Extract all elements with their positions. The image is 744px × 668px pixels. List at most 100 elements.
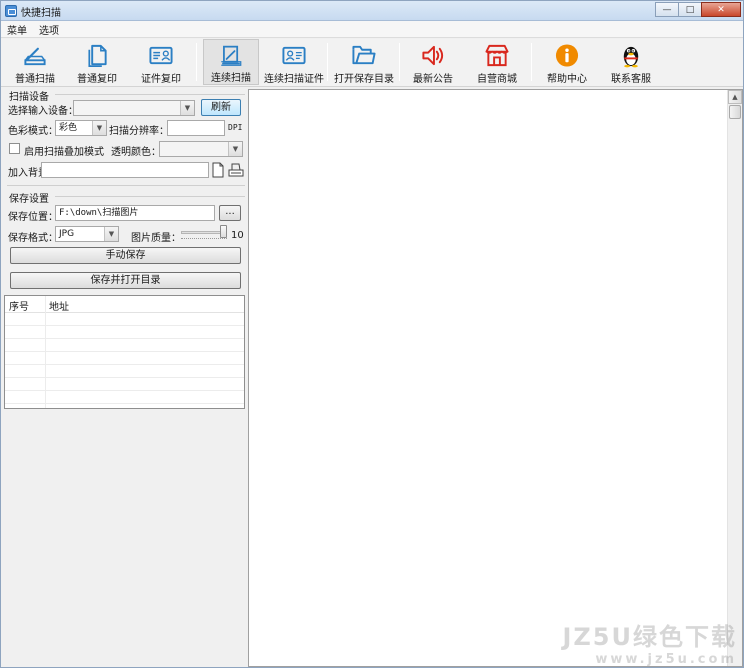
table-header: 序号 地址 [5,296,244,313]
table-row[interactable] [5,353,244,365]
save-format-value: JPG [59,229,75,239]
info-icon [555,44,579,67]
toolbar-normal-scan-button[interactable]: 普通扫描 [9,39,61,85]
continuous-scan-icon [221,45,242,66]
manual-save-button[interactable]: 手动保存 [10,247,241,264]
toolbar-continuous-id-scan-button[interactable]: 连续扫描证件 [263,39,325,85]
toolbar-announcement-button[interactable]: 最新公告 [407,39,459,85]
toolbar-shop-button[interactable]: 自营商城 [471,39,523,85]
chevron-down-icon[interactable]: ▼ [92,121,106,135]
title-bar: 快捷扫描 — □ ✕ [1,1,743,21]
save-format-select[interactable]: JPG ▼ [55,226,119,242]
scan-group-title: 扫描设备 [9,92,49,103]
toolbar-label: 普通扫描 [15,74,55,85]
table-row[interactable] [5,314,244,326]
file-table: 序号 地址 [4,295,245,409]
chevron-down-icon[interactable]: ▼ [228,142,242,156]
quality-value: 10 [231,230,244,241]
dpi-label: 扫描分辨率： [109,126,169,137]
toolbar-label: 连续扫描 [211,73,251,84]
watermark-line2: www.jz5u.com [595,652,737,667]
browse-button[interactable]: ... [219,205,241,221]
toolbar-label: 自营商城 [477,74,517,85]
app-icon [5,5,17,17]
maximize-button[interactable]: □ [678,2,702,17]
column-header-index[interactable]: 序号 [9,298,29,313]
color-mode-select[interactable]: 彩色 ▼ [55,120,107,136]
table-row[interactable] [5,340,244,352]
toolbar-normal-copy-button[interactable]: 普通复印 [71,39,123,85]
toolbar-label: 帮助中心 [547,74,587,85]
window-title: 快捷扫描 [21,8,61,19]
toolbar-label: 最新公告 [413,74,453,85]
chevron-down-icon[interactable]: ▼ [180,101,194,115]
window-controls: — □ ✕ [655,2,741,18]
scanner-icon [24,47,46,66]
color-mode-label: 色彩模式： [8,126,58,137]
table-row[interactable] [5,379,244,391]
toolbar-label: 证件复印 [141,74,181,85]
scanner-small-icon[interactable] [228,162,244,178]
minimize-button[interactable]: — [655,2,679,17]
device-select[interactable]: ▼ [73,100,195,116]
table-row[interactable] [5,392,244,404]
table-row[interactable] [5,366,244,378]
toolbar-continuous-scan-button[interactable]: 连续扫描 [203,39,259,85]
group-divider [7,185,245,186]
dpi-unit: DPI [228,123,243,132]
table-row[interactable] [5,327,244,339]
transparent-color-select[interactable]: ▼ [159,141,243,157]
save-format-label: 保存格式： [8,233,58,244]
background-input[interactable] [41,162,209,178]
dpi-input[interactable] [167,120,225,136]
menu-main[interactable]: 菜单 [7,22,27,37]
toolbar: 普通扫描 普通复印 证件复印 连续扫描 连续扫描证件 打开保存目录 最新公告 自… [1,39,743,87]
scroll-thumb[interactable] [729,105,741,119]
save-location-input[interactable]: F:\down\扫描图片 [55,205,215,221]
overlay-mode-checkbox[interactable] [9,143,20,154]
toolbar-separator [399,43,400,81]
id-card-scan-icon [282,46,306,65]
toolbar-id-copy-button[interactable]: 证件复印 [135,39,187,85]
toolbar-separator [327,43,328,81]
speaker-icon [422,45,444,66]
menu-bar: 菜单 选项 [1,21,743,38]
folder-icon [352,45,376,65]
overlay-mode-label: 启用扫描叠加模式 [24,147,104,158]
preview-area[interactable]: ▲ [248,89,743,667]
shop-icon [485,44,509,67]
refresh-button[interactable]: 刷新 [201,99,241,116]
toolbar-open-folder-button[interactable]: 打开保存目录 [333,39,395,85]
group-divider [55,94,245,95]
toolbar-label: 普通复印 [77,74,117,85]
quality-slider-thumb[interactable] [220,225,227,238]
quality-label: 图片质量： [131,233,181,244]
toolbar-label: 联系客服 [611,74,651,85]
close-button[interactable]: ✕ [701,2,741,17]
id-card-icon [149,46,173,65]
group-divider [55,196,245,197]
scroll-up-button[interactable]: ▲ [728,90,742,104]
chevron-down-icon[interactable]: ▼ [104,227,118,241]
color-mode-value: 彩色 [59,123,78,133]
copy-icon [88,44,107,67]
vertical-scrollbar[interactable]: ▲ [727,90,742,666]
save-and-open-button[interactable]: 保存并打开目录 [10,272,241,289]
qq-penguin-icon [623,46,639,68]
transparent-color-label: 透明颜色： [111,147,161,158]
toolbar-contact-button[interactable]: 联系客服 [605,39,657,85]
menu-options[interactable]: 选项 [39,22,59,37]
watermark: JZ5U绿色下载 www.jz5u.com [562,617,737,667]
toolbar-separator [531,43,532,81]
toolbar-label: 连续扫描证件 [264,74,324,85]
toolbar-separator [196,43,197,81]
toolbar-label: 打开保存目录 [334,74,394,85]
column-header-address[interactable]: 地址 [49,298,69,313]
app-window: 快捷扫描 — □ ✕ 菜单 选项 普通扫描 普通复印 证件复印 连续扫描 连续扫… [0,0,744,668]
save-group-title: 保存设置 [9,194,49,205]
toolbar-help-button[interactable]: 帮助中心 [541,39,593,85]
device-label: 选择输入设备： [8,106,78,117]
settings-panel: 扫描设备 选择输入设备： ▼ 刷新 色彩模式： 彩色 ▼ 扫描分辨率： DPI … [3,89,247,667]
file-icon[interactable] [211,162,225,178]
watermark-line1: JZ5U绿色下载 [562,623,737,651]
